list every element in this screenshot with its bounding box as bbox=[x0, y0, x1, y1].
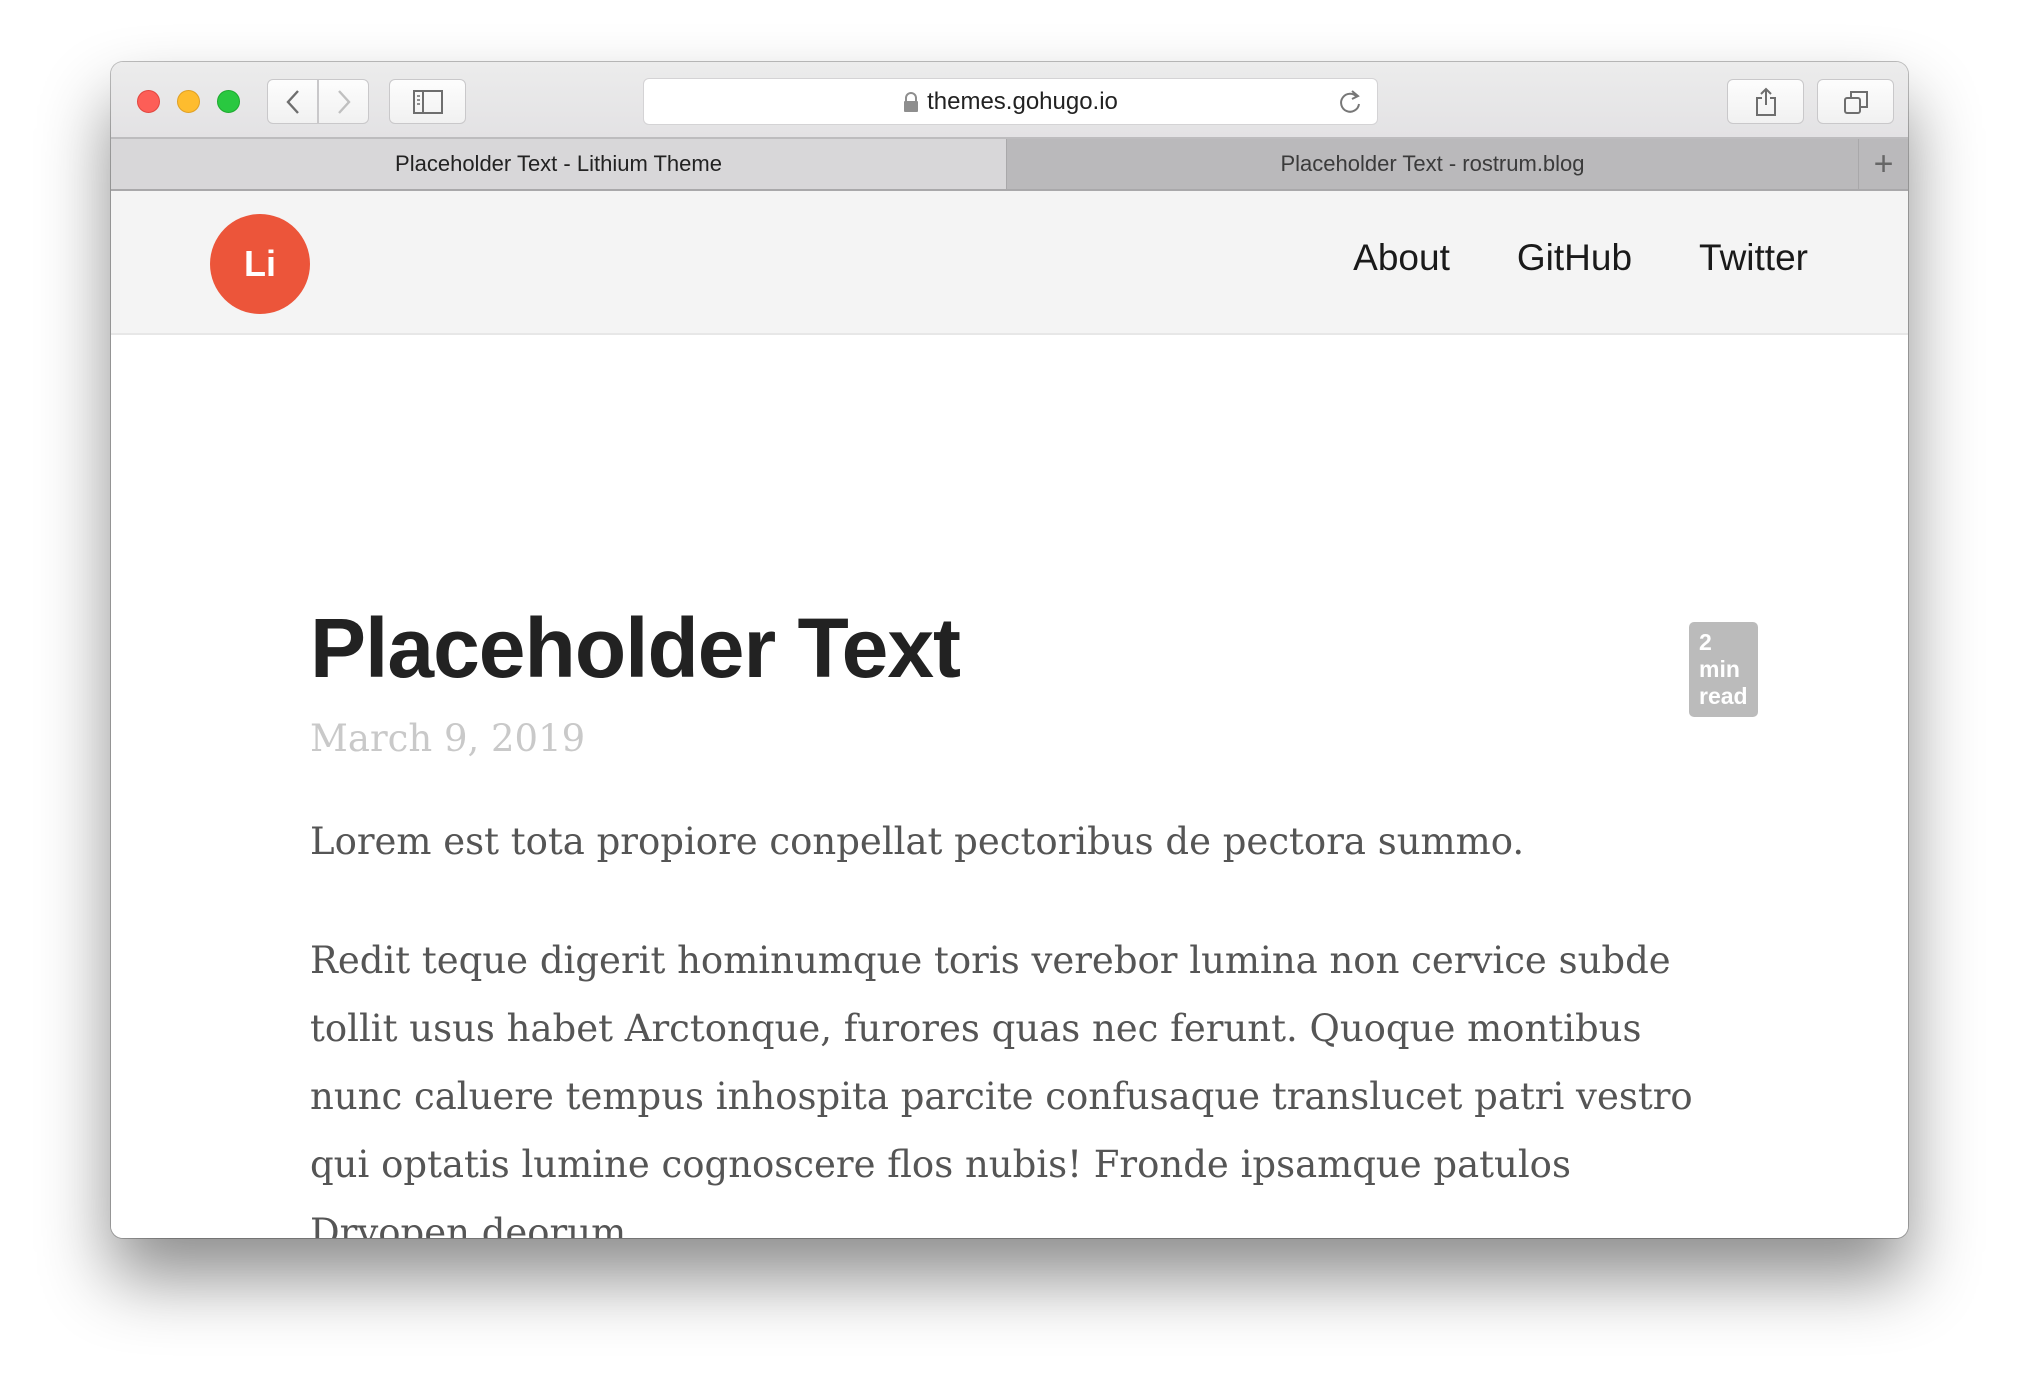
forward-button[interactable] bbox=[318, 79, 369, 124]
site-logo[interactable]: Li bbox=[210, 214, 310, 314]
tab-label: Placeholder Text - Lithium Theme bbox=[395, 151, 722, 176]
lock-icon bbox=[904, 91, 919, 112]
plus-icon: + bbox=[1873, 144, 1894, 183]
post-date: March 9, 2019 bbox=[310, 717, 586, 760]
zoom-window-button[interactable] bbox=[217, 90, 240, 113]
address-bar[interactable]: themes.gohugo.io bbox=[643, 78, 1378, 125]
page-content: Li About GitHub Twitter Placeholder Text… bbox=[111, 191, 1908, 1238]
minimize-window-button[interactable] bbox=[177, 90, 200, 113]
browser-toolbar: themes.gohugo.io bbox=[111, 62, 1908, 139]
chevron-right-icon bbox=[337, 89, 351, 114]
tab-lithium-theme[interactable]: Placeholder Text - Lithium Theme bbox=[111, 139, 1007, 189]
site-header: Li About GitHub Twitter bbox=[111, 191, 1908, 335]
reload-icon[interactable] bbox=[1337, 88, 1363, 116]
post-paragraph: Redit teque digerit hominumque toris ver… bbox=[310, 939, 1693, 1238]
chevron-left-icon bbox=[285, 89, 299, 114]
tab-rostrum-blog[interactable]: Placeholder Text - rostrum.blog bbox=[1007, 139, 1859, 189]
tab-bar: Placeholder Text - Lithium Theme Placeho… bbox=[111, 139, 1908, 191]
nav-link-github[interactable]: GitHub bbox=[1517, 237, 1632, 279]
sidebar-icon bbox=[412, 89, 443, 114]
browser-window: themes.gohugo.io Placeholder Text - Lith… bbox=[111, 62, 1908, 1238]
nav-link-about[interactable]: About bbox=[1353, 237, 1450, 279]
back-button[interactable] bbox=[267, 79, 318, 124]
post-title: Placeholder Text bbox=[310, 601, 961, 695]
post-paragraph: Lorem est tota propiore conpellat pector… bbox=[310, 820, 1525, 863]
read-time-badge: 2 min read bbox=[1689, 622, 1758, 717]
url-text: themes.gohugo.io bbox=[927, 87, 1118, 115]
tab-label: Placeholder Text - rostrum.blog bbox=[1280, 151, 1585, 176]
new-tab-button[interactable]: + bbox=[1859, 139, 1908, 189]
share-icon bbox=[1755, 87, 1776, 116]
logo-text: Li bbox=[244, 243, 276, 284]
tabs-overview-icon bbox=[1843, 90, 1868, 114]
site-nav: About GitHub Twitter bbox=[1353, 237, 1808, 279]
sidebar-toggle-button[interactable] bbox=[389, 79, 466, 124]
nav-link-twitter[interactable]: Twitter bbox=[1699, 237, 1808, 279]
share-button[interactable] bbox=[1727, 79, 1804, 124]
close-window-button[interactable] bbox=[137, 90, 160, 113]
show-all-tabs-button[interactable] bbox=[1817, 79, 1894, 124]
